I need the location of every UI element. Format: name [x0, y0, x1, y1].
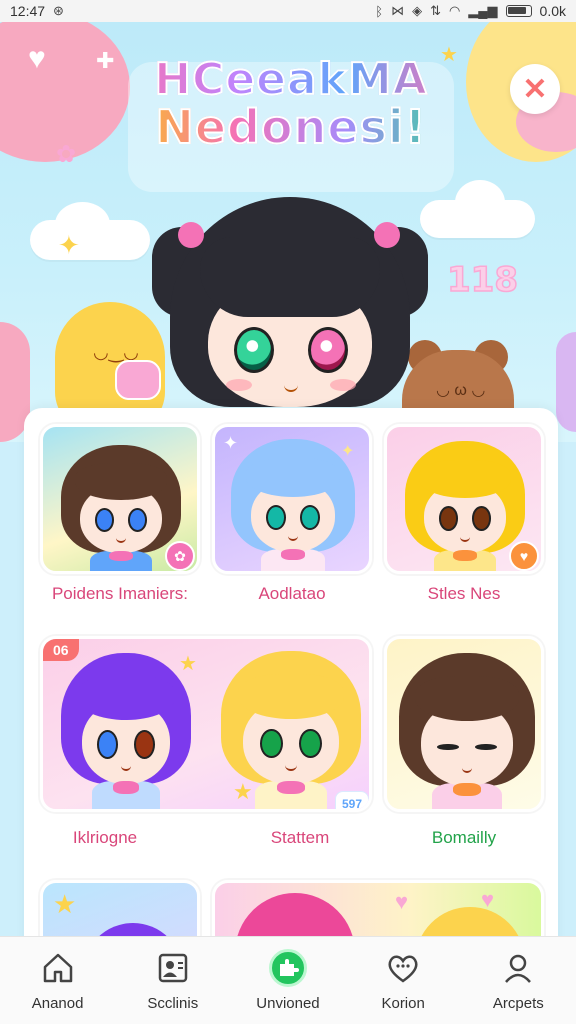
character-card-3[interactable]: ♥ [384, 424, 544, 574]
battery-icon [505, 5, 532, 17]
star-icon: ✦ [58, 230, 80, 260]
signal-icon: ▂▄▆ [468, 3, 498, 18]
character-card-6[interactable] [384, 636, 544, 812]
character-card-1[interactable]: ✿ [40, 424, 200, 574]
status-speed: 0.0k [539, 3, 566, 19]
home-icon [39, 949, 77, 987]
app-title: HCeeakMA Nedonesi! [126, 55, 456, 153]
nav-label: Scclinis [147, 995, 199, 1012]
bottom-nav: Ananod Scclinis Unvioned Korion Arcpets [0, 936, 576, 1024]
status-bar: 12:47 ⊛ ᛒ ⋈ ◈ ⇅ ◠ ▂▄▆ 0.0k [0, 0, 576, 22]
location-icon: ◈ [412, 3, 423, 18]
hero-banner: ♥ ✚ ✦ ★ ✿ HCeeakMA Nedonesi! ✕ 118 ◡‿◡ ◡… [0, 22, 576, 442]
nav-item-home[interactable]: Ananod [8, 949, 108, 1012]
heart-icon: ♥ [28, 42, 46, 75]
nav-item-contacts[interactable]: Scclinis [123, 949, 223, 1012]
character-card-2[interactable]: ✦ ✦ [212, 424, 372, 574]
bluetooth-icon: ᛒ [375, 3, 384, 19]
character-card-4[interactable]: 06 ★ ★ 597 [40, 636, 372, 812]
nav-item-profile[interactable]: Arcpets [468, 949, 568, 1012]
close-icon: ✕ [522, 72, 548, 106]
sparkle-icon: ✦ [341, 443, 355, 460]
card-label-6[interactable]: Bomailly [374, 828, 554, 848]
heart-chat-icon [384, 949, 422, 987]
card-count-badge: 597 [335, 791, 369, 809]
nav-item-messages[interactable]: Korion [353, 949, 453, 1012]
main-character [152, 197, 428, 442]
title-line-1: HCeeakMA [126, 55, 456, 103]
cloud-decor [420, 180, 535, 238]
nav-label: Unvioned [256, 995, 320, 1012]
nav-label: Arcpets [492, 995, 544, 1012]
status-time: 12:47 [10, 3, 46, 19]
card-label-1[interactable]: Poidens Imaniers: [30, 584, 210, 604]
card-label-3[interactable]: Stles Nes [374, 584, 554, 604]
flower-icon: ✿ [56, 141, 77, 168]
sparkle-icon: ✦ [223, 433, 239, 453]
nav-item-active[interactable]: Unvioned [238, 949, 338, 1012]
puzzle-icon [268, 949, 307, 987]
star-icon: ★ [179, 653, 197, 675]
card-label-4[interactable]: Iklriogne [30, 828, 180, 848]
title-line-2: Nedonesi! [126, 102, 456, 153]
cloud-decor [30, 202, 150, 260]
heart-badge-icon: ♥ [509, 541, 539, 571]
wifi-icon: ◠ [448, 3, 461, 18]
close-button[interactable]: ✕ [510, 64, 560, 114]
vibrate-icon: ⋈ [391, 3, 405, 18]
nav-label: Korion [381, 995, 425, 1012]
heart-icon: ♥ [481, 887, 495, 912]
contact-card-icon [154, 949, 192, 987]
heart-pillow [115, 360, 161, 400]
favorite-badge-icon: ✿ [165, 541, 195, 571]
hero-badge: 118 [446, 259, 518, 301]
sparkle-icon: ✚ [96, 48, 115, 73]
card-label-2[interactable]: Aodlatao [202, 584, 382, 604]
data-icon: ⇅ [430, 3, 441, 18]
nav-label: Ananod [31, 995, 84, 1012]
decor-blob [556, 332, 576, 432]
star-icon: ★ [233, 779, 253, 804]
profile-icon [499, 949, 537, 987]
heart-icon: ♥ [395, 889, 409, 914]
card-label-5[interactable]: Stattem [210, 828, 390, 848]
star-icon: ★ [53, 889, 77, 919]
notification-icon: ⊛ [53, 3, 64, 18]
character-grid: ✿ Poidens Imaniers: ✦ ✦ Aodlatao ♥ Stles… [24, 408, 558, 968]
